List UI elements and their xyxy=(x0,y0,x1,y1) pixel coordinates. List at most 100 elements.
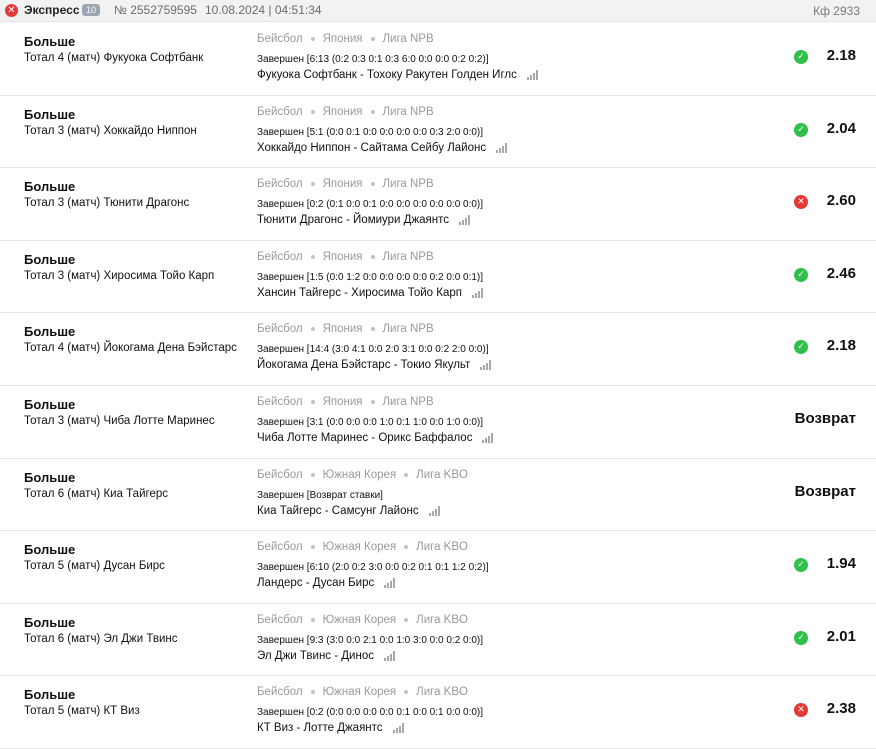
separator-dot xyxy=(310,617,315,622)
bet-row[interactable]: Больше Тотал 6 (матч) Киа Тайгерс Бейсбол Ю… xyxy=(0,459,876,532)
sport-label[interactable]: Бейсбол xyxy=(257,614,303,626)
bet-outcome: Больше xyxy=(24,687,76,703)
league-label[interactable]: Лига NPB xyxy=(383,251,434,263)
league-label[interactable]: Лига NPB xyxy=(383,396,434,408)
league-label[interactable]: Лига KBO xyxy=(416,686,468,698)
sport-label[interactable]: Бейсбол xyxy=(257,396,303,408)
league-label[interactable]: Лига NPB xyxy=(383,33,434,45)
match-name[interactable]: Эл Джи Твинс - Динос xyxy=(257,650,374,662)
match-name[interactable]: Хоккайдо Ниппон - Сайтама Сейбу Лайонс xyxy=(257,142,486,154)
check-icon: ✓ xyxy=(794,340,808,355)
country-label[interactable]: Япония xyxy=(323,106,363,118)
event-status: Завершен [6:10 (2:0 0:2 3:0 0:0 0:2 0:1 … xyxy=(257,562,489,574)
bet-market: Тотал 6 (матч) Эл Джи Твинс xyxy=(24,632,178,645)
bet-type-label: Экспресс xyxy=(24,3,80,17)
separator-dot xyxy=(404,545,409,550)
match-name[interactable]: Ландерс - Дусан Бирс xyxy=(257,577,374,589)
event-status: Завершен [3:1 (0:0 0:0 0:0 1:0 0:1 1:0 0… xyxy=(257,416,484,428)
bet-row[interactable]: Больше Тотал 3 (матч) Хоккайдо Ниппон Бейс… xyxy=(0,96,876,169)
league-label[interactable]: Лига KBO xyxy=(416,541,468,553)
stats-icon[interactable] xyxy=(482,432,494,443)
separator-dot xyxy=(310,109,315,114)
match-name[interactable]: Йокогама Дена Бэйстарс - Токио Якульт xyxy=(257,359,470,371)
event-path: Бейсбол Южная Корея Лига KBO xyxy=(257,469,468,481)
event-path: Бейсбол Япония Лига NPB xyxy=(257,323,434,335)
check-icon: ✓ xyxy=(794,558,808,573)
match-name[interactable]: Фукуока Софтбанк - Тохоку Ракутен Голден… xyxy=(257,69,517,81)
bet-coef: 2.18 xyxy=(826,47,856,64)
match-name[interactable]: Киа Тайгерс - Самсунг Лайонс xyxy=(257,505,419,517)
bet-coef: 1.94 xyxy=(826,555,856,573)
separator-dot xyxy=(310,399,315,404)
sport-label[interactable]: Бейсбол xyxy=(257,178,303,190)
match-name-line: КТ Виз - Лотте Джаянтс xyxy=(257,722,405,734)
country-label[interactable]: Южная Корея xyxy=(323,541,397,553)
event-path: Бейсбол Япония Лига NPB xyxy=(257,396,434,408)
cross-icon: ✕ xyxy=(794,195,808,210)
sport-label[interactable]: Бейсбол xyxy=(257,323,303,335)
sport-label[interactable]: Бейсбол xyxy=(257,106,303,118)
match-name[interactable]: КТ Виз - Лотте Джаянтс xyxy=(257,722,383,734)
bet-market: Тотал 4 (матч) Фукуока Софтбанк xyxy=(24,52,204,64)
country-label[interactable]: Южная Корея xyxy=(323,469,397,481)
sport-label[interactable]: Бейсбол xyxy=(257,251,303,263)
coupon-header[interactable]: ✕ Экспресс 10 № 2552759595 10.08.2024 | … xyxy=(0,0,876,22)
country-label[interactable]: Япония xyxy=(323,251,363,263)
match-name-line: Фукуока Софтбанк - Тохоку Ракутен Голден… xyxy=(257,69,539,81)
bet-list: Больше Тотал 4 (матч) Фукуока Софтбанк Бей… xyxy=(0,23,876,749)
check-icon: ✓ xyxy=(794,50,808,64)
check-icon: ✓ xyxy=(794,122,808,137)
country-label[interactable]: Япония xyxy=(323,33,363,45)
sport-label[interactable]: Бейсбол xyxy=(257,469,303,481)
match-name[interactable]: Чиба Лотте Маринес - Орикс Баффалос xyxy=(257,432,472,444)
separator-dot xyxy=(310,327,315,332)
sport-label[interactable]: Бейсбол xyxy=(257,686,303,698)
league-label[interactable]: Лига NPB xyxy=(383,106,434,118)
match-name-line: Ландерс - Дусан Бирс xyxy=(257,577,396,589)
bet-coef: 2.38 xyxy=(826,700,856,718)
bet-row[interactable]: Больше Тотал 3 (матч) Хиросима Тойо Карп Б… xyxy=(0,241,876,314)
league-label[interactable]: Лига NPB xyxy=(383,323,434,335)
country-label[interactable]: Южная Корея xyxy=(323,614,397,626)
stats-icon[interactable] xyxy=(459,215,471,226)
country-label[interactable]: Япония xyxy=(323,396,363,408)
sport-label[interactable]: Бейсбол xyxy=(257,33,303,45)
bet-row[interactable]: Больше Тотал 3 (матч) Тюнити Драгонс Бейсб… xyxy=(0,168,876,241)
bet-row[interactable]: Больше Тотал 4 (матч) Йокогама Дена Бэйст… xyxy=(0,313,876,386)
bet-row[interactable]: Больше Тотал 5 (матч) Дусан Бирс Бейсбол Юж… xyxy=(0,531,876,604)
league-label[interactable]: Лига KBO xyxy=(416,614,468,626)
stats-icon[interactable] xyxy=(480,360,492,371)
separator-dot xyxy=(404,472,409,477)
separator-dot xyxy=(310,182,315,187)
country-label[interactable]: Япония xyxy=(323,178,363,190)
league-label[interactable]: Лига KBO xyxy=(416,469,468,481)
stats-icon[interactable] xyxy=(383,650,396,661)
event-path: Бейсбол Южная Корея Лига KBO xyxy=(257,614,468,626)
stats-icon[interactable] xyxy=(526,70,539,80)
stats-icon[interactable] xyxy=(384,578,396,589)
event-status: Завершен [14:4 (3:0 4:1 0:0 2:0 3:1 0:0 … xyxy=(257,344,489,356)
separator-dot xyxy=(370,327,375,332)
stats-icon[interactable] xyxy=(392,723,405,734)
match-name[interactable]: Хансин Тайгерс - Хиросима Тойо Карп xyxy=(257,287,462,299)
stats-icon[interactable] xyxy=(471,287,484,298)
event-status: Завершен [1:5 (0:0 1:2 0:0 0:0 0:0 0:0 0… xyxy=(257,271,484,283)
match-name-line: Киа Тайгерс - Самсунг Лайонс xyxy=(257,505,441,517)
country-label[interactable]: Япония xyxy=(323,323,363,335)
match-name[interactable]: Тюнити Драгонс - Йомиури Джаянтс xyxy=(257,214,449,226)
bet-row[interactable]: Больше Тотал 4 (матч) Фукуока Софтбанк Бей… xyxy=(0,23,876,96)
bet-row[interactable]: Больше Тотал 6 (матч) Эл Джи Твинс Бейсбол… xyxy=(0,604,876,677)
sport-label[interactable]: Бейсбол xyxy=(257,541,303,553)
check-icon: ✓ xyxy=(794,267,808,282)
match-name-line: Хансин Тайгерс - Хиросима Тойо Карп xyxy=(257,287,484,299)
bet-outcome: Больше xyxy=(24,34,76,49)
stats-icon[interactable] xyxy=(428,505,441,516)
bet-row[interactable]: Больше Тотал 5 (матч) КТ Виз Бейсбол Южная … xyxy=(0,676,876,749)
stats-icon[interactable] xyxy=(496,142,508,153)
country-label[interactable]: Южная Корея xyxy=(323,686,397,698)
event-path: Бейсбол Япония Лига NPB xyxy=(257,178,434,190)
league-label[interactable]: Лига NPB xyxy=(383,178,434,190)
close-icon: ✕ xyxy=(5,4,18,17)
bet-row[interactable]: Больше Тотал 3 (матч) Чиба Лотте Маринес Б… xyxy=(0,386,876,459)
cross-icon: ✕ xyxy=(794,703,808,718)
